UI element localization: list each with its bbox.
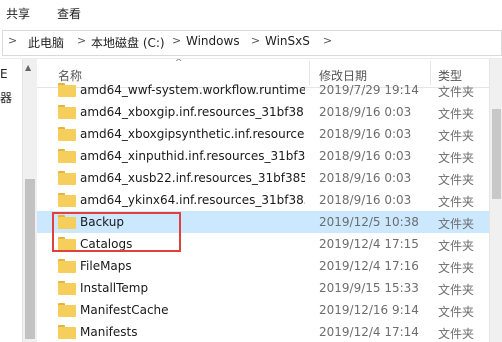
sort-ascending-icon: ^ (175, 59, 183, 68)
folder-icon (58, 127, 76, 141)
folder-icon (58, 303, 76, 317)
chevron-right-icon[interactable]: > (172, 34, 181, 47)
breadcrumb-winsxs[interactable]: WinSxS (265, 34, 310, 48)
file-type: 文件夹 (438, 151, 475, 165)
table-row[interactable]: FileMaps 2019/12/4 17:16 文件夹 (37, 255, 489, 277)
file-date: 2018/9/16 0:03 (319, 105, 412, 119)
file-list-scrollbar-thumb[interactable] (492, 109, 501, 199)
file-date: 2018/9/16 0:03 (319, 171, 412, 185)
file-date: 2019/12/4 17:14 (319, 325, 419, 339)
nav-item-label[interactable]: E (0, 67, 8, 81)
table-row[interactable]: amd64_wwf-system.workflow.runtime... 2019… (37, 79, 489, 101)
file-type: 文件夹 (438, 107, 475, 121)
file-type: 文件夹 (438, 239, 475, 253)
scroll-up-icon[interactable]: ▲ (25, 63, 31, 72)
file-type: 文件夹 (438, 85, 475, 99)
folder-icon (58, 149, 76, 163)
folder-icon (58, 171, 76, 185)
file-type: 文件夹 (438, 261, 475, 275)
folder-icon (58, 83, 76, 97)
folder-icon (58, 281, 76, 295)
tab-share[interactable]: 共享 (6, 5, 30, 22)
folder-icon (58, 325, 76, 339)
file-list-scrollbar[interactable] (489, 59, 502, 342)
file-name: amd64_ykinx64.inf.resources_31bf385... (80, 193, 305, 207)
file-date: 2018/9/16 0:03 (319, 127, 412, 141)
nav-scrollbar[interactable]: ▲ (22, 59, 37, 342)
file-name: ManifestCache (80, 303, 169, 317)
file-date: 2018/9/16 0:03 (319, 193, 412, 207)
table-row[interactable]: InstallTemp 2019/9/15 15:33 文件夹 (37, 277, 489, 299)
file-type: 文件夹 (438, 305, 475, 319)
file-date: 2019/9/15 15:33 (319, 281, 419, 295)
file-type: 文件夹 (438, 217, 475, 231)
file-name: FileMaps (80, 259, 132, 273)
table-row[interactable]: amd64_xinputhid.inf.resources_31bf3... 20… (37, 145, 489, 167)
file-date: 2019/12/5 10:38 (319, 215, 419, 229)
file-name: amd64_wwf-system.workflow.runtime... (80, 83, 305, 97)
table-row[interactable]: amd64_xusb22.inf.resources_31bf385... 201… (37, 167, 489, 189)
file-type: 文件夹 (438, 129, 475, 143)
table-row[interactable]: amd64_ykinx64.inf.resources_31bf385... 20… (37, 189, 489, 211)
breadcrumb-local-disk[interactable]: 本地磁盘 (C:) (91, 34, 165, 51)
chevron-right-icon[interactable]: > (8, 34, 17, 47)
file-name: amd64_xinputhid.inf.resources_31bf3... (80, 149, 305, 163)
table-row[interactable]: Manifests 2019/12/4 17:14 文件夹 (37, 321, 489, 342)
file-name: amd64_xboxgipsynthetic.inf.resource... (80, 127, 305, 141)
file-date: 2018/9/16 0:03 (319, 149, 412, 163)
folder-icon (58, 105, 76, 119)
folder-icon (58, 259, 76, 273)
red-highlight-box (52, 212, 181, 252)
file-type: 文件夹 (438, 327, 475, 341)
file-name: InstallTemp (80, 281, 149, 295)
file-date: 2019/12/4 17:16 (319, 259, 419, 273)
file-type: 文件夹 (438, 283, 475, 297)
ribbon: 共享 查看 (0, 0, 502, 27)
chevron-right-icon[interactable]: > (251, 34, 260, 47)
tab-view[interactable]: 查看 (57, 5, 81, 22)
chevron-right-icon[interactable]: > (77, 34, 86, 47)
file-date: 2019/12/4 17:15 (319, 237, 419, 251)
file-date: 2019/7/29 19:14 (319, 83, 419, 97)
nav-item-label[interactable]: 器 (0, 89, 12, 106)
chevron-right-icon[interactable]: > (323, 34, 332, 47)
file-type: 文件夹 (438, 195, 475, 209)
table-row[interactable]: amd64_xboxgip.inf.resources_31bf38... 201… (37, 101, 489, 123)
table-row[interactable]: ManifestCache 2019/12/16 9:14 文件夹 (37, 299, 489, 321)
address-bar: > 此电脑 > 本地磁盘 (C:) > Windows > WinSxS > (0, 26, 502, 59)
breadcrumb-this-pc[interactable]: 此电脑 (28, 34, 64, 51)
file-date: 2019/12/16 9:14 (319, 303, 419, 317)
nav-scrollbar-thumb[interactable] (25, 179, 35, 339)
navigation-pane: E 器 (0, 59, 22, 342)
folder-icon (58, 193, 76, 207)
file-name: Manifests (80, 325, 138, 339)
file-type: 文件夹 (438, 173, 475, 187)
file-name: amd64_xboxgip.inf.resources_31bf38... (80, 105, 305, 119)
table-row[interactable]: amd64_xboxgipsynthetic.inf.resource... 20… (37, 123, 489, 145)
breadcrumb-windows[interactable]: Windows (186, 34, 240, 48)
file-name: amd64_xusb22.inf.resources_31bf385... (80, 171, 305, 185)
file-list: ^ 名称 修改日期 类型 amd64_wwf-system.workflow.r… (37, 59, 489, 342)
